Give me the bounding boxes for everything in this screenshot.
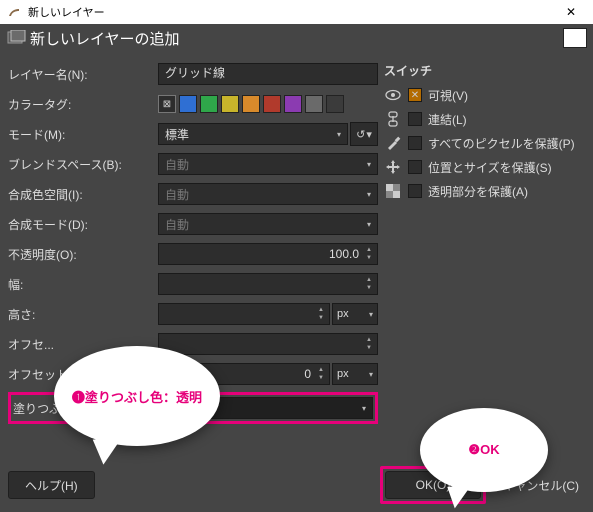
mode-combo[interactable]: 標準▾	[158, 123, 348, 145]
annotation-callout-2: ❷OK	[420, 408, 548, 492]
composite-space-label: 合成色空間(I):	[8, 186, 158, 203]
chevron-down-icon: ▾	[367, 160, 371, 169]
window: 新しいレイヤー ✕ 新しいレイヤーの追加 レイヤー名(N): グリッド線	[0, 0, 593, 512]
color-tag-none[interactable]: ⊠	[158, 95, 176, 113]
switch-label: 連結(L)	[428, 111, 467, 128]
switch-row: 透明部分を保護(A)	[384, 179, 585, 203]
switch-row: ✕ 可視(V)	[384, 83, 585, 107]
chevron-down-icon: ▾	[367, 220, 371, 229]
opacity-input[interactable]: 100.0 ▲▼	[158, 243, 378, 265]
switch-label: すべてのピクセルを保護(P)	[428, 135, 575, 152]
opacity-label: 不透明度(O):	[8, 246, 158, 263]
switch-checkbox[interactable]: ✕	[408, 88, 422, 102]
spin-down-icon[interactable]: ▼	[363, 344, 375, 352]
spin-down-icon[interactable]: ▼	[363, 254, 375, 262]
blend-space-label: ブレンドスペース(B):	[8, 156, 158, 173]
switch-checkbox[interactable]	[408, 136, 422, 150]
eye-icon	[384, 86, 402, 104]
dialog-body: レイヤー名(N): グリッド線 カラータグ: ⊠ モード(M): 標準▾	[0, 52, 593, 512]
switch-row: 連結(L)	[384, 107, 585, 131]
blend-space-combo[interactable]: 自動▾	[158, 153, 378, 175]
color-tag-swatch[interactable]	[284, 95, 302, 113]
color-tag-swatch[interactable]	[263, 95, 281, 113]
spin-up-icon[interactable]: ▲	[363, 336, 375, 344]
fg-color-swatch[interactable]	[563, 28, 587, 48]
color-tag-picker[interactable]: ⊠	[158, 95, 378, 113]
spin-up-icon[interactable]: ▲	[363, 246, 375, 254]
switch-checkbox[interactable]	[408, 160, 422, 174]
mode-reset-button[interactable]: ↺▾	[350, 122, 378, 146]
move-icon	[384, 158, 402, 176]
header-bar: 新しいレイヤーの追加	[0, 24, 593, 52]
switch-checkbox[interactable]	[408, 112, 422, 126]
switch-label: 可視(V)	[428, 87, 468, 104]
spin-down-icon[interactable]: ▼	[315, 374, 327, 382]
spin-up-icon[interactable]: ▲	[315, 306, 327, 314]
switch-row: すべてのピクセルを保護(P)	[384, 131, 585, 155]
color-tag-swatch[interactable]	[305, 95, 323, 113]
offset-x-input[interactable]: ▲▼	[158, 333, 378, 355]
composite-mode-label: 合成モード(D):	[8, 216, 158, 233]
chevron-down-icon: ▾	[366, 128, 372, 141]
link-icon	[384, 110, 402, 128]
offset-y-unit-combo[interactable]: px▾	[332, 363, 378, 385]
alpha-icon	[384, 182, 402, 200]
chevron-down-icon: ▾	[367, 190, 371, 199]
composite-mode-combo[interactable]: 自動▾	[158, 213, 378, 235]
switch-row: 位置とサイズを保護(S)	[384, 155, 585, 179]
color-tag-swatch[interactable]	[179, 95, 197, 113]
height-input[interactable]: ▲▼	[158, 303, 330, 325]
mode-label: モード(M):	[8, 126, 158, 143]
app-icon	[6, 4, 22, 20]
chevron-down-icon: ▾	[369, 310, 373, 319]
reset-icon: ↺	[356, 128, 365, 141]
window-title: 新しいレイヤー	[28, 4, 555, 20]
height-unit-combo[interactable]: px▾	[332, 303, 378, 325]
annotation-callout-1: ❶塗りつぶし色：透明	[54, 346, 220, 446]
chevron-down-icon: ▾	[337, 130, 341, 139]
spin-up-icon[interactable]: ▲	[315, 366, 327, 374]
switch-panel: スイッチ ✕ 可視(V) 連結(L) すべてのピクセルを保護(P) 位置とサイズを保護(…	[378, 62, 585, 424]
switch-checkbox[interactable]	[408, 184, 422, 198]
switch-title: スイッチ	[384, 62, 585, 79]
switch-label: 位置とサイズを保護(S)	[428, 159, 552, 176]
height-label: 高さ:	[8, 306, 158, 323]
color-tag-swatch[interactable]	[242, 95, 260, 113]
chevron-down-icon: ▾	[362, 404, 366, 413]
color-tag-swatch[interactable]	[326, 95, 344, 113]
layer-name-label: レイヤー名(N):	[8, 66, 158, 83]
width-label: 幅:	[8, 276, 158, 293]
color-tag-swatch[interactable]	[200, 95, 218, 113]
width-input[interactable]: ▲▼	[158, 273, 378, 295]
switch-label: 透明部分を保護(A)	[428, 183, 528, 200]
close-button[interactable]: ✕	[555, 2, 587, 22]
help-button[interactable]: ヘルプ(H)	[8, 471, 95, 499]
color-tag-swatch[interactable]	[221, 95, 239, 113]
composite-space-combo[interactable]: 自動▾	[158, 183, 378, 205]
layer-name-input[interactable]: グリッド線	[158, 63, 378, 85]
spin-down-icon[interactable]: ▼	[363, 284, 375, 292]
spin-down-icon[interactable]: ▼	[315, 314, 327, 322]
brush-icon	[384, 134, 402, 152]
titlebar: 新しいレイヤー ✕	[0, 0, 593, 24]
chevron-down-icon: ▾	[369, 370, 373, 379]
color-tag-label: カラータグ:	[8, 96, 158, 113]
spin-up-icon[interactable]: ▲	[363, 276, 375, 284]
header-title: 新しいレイヤーの追加	[30, 28, 180, 49]
layer-icon	[6, 30, 26, 46]
